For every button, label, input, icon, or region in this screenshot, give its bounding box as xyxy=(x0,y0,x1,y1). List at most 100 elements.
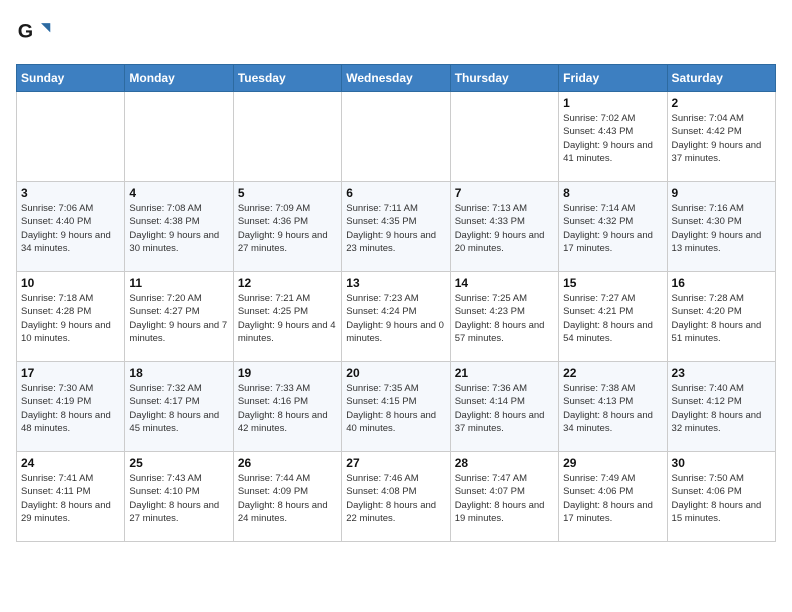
day-number: 27 xyxy=(346,456,445,470)
calendar-cell: 22 Sunrise: 7:38 AM Sunset: 4:13 PM Dayli… xyxy=(559,362,667,452)
day-info: Sunrise: 7:32 AM Sunset: 4:17 PM Dayligh… xyxy=(129,382,228,435)
calendar-cell: 23 Sunrise: 7:40 AM Sunset: 4:12 PM Dayli… xyxy=(667,362,775,452)
calendar-cell: 28 Sunrise: 7:47 AM Sunset: 4:07 PM Dayli… xyxy=(450,452,558,542)
calendar-cell: 10 Sunrise: 7:18 AM Sunset: 4:28 PM Dayli… xyxy=(17,272,125,362)
day-number: 9 xyxy=(672,186,771,200)
day-info: Sunrise: 7:09 AM Sunset: 4:36 PM Dayligh… xyxy=(238,202,337,255)
day-number: 29 xyxy=(563,456,662,470)
calendar-cell: 17 Sunrise: 7:30 AM Sunset: 4:19 PM Dayli… xyxy=(17,362,125,452)
day-info: Sunrise: 7:18 AM Sunset: 4:28 PM Dayligh… xyxy=(21,292,120,345)
day-number: 13 xyxy=(346,276,445,290)
day-number: 21 xyxy=(455,366,554,380)
logo-icon: G xyxy=(16,16,52,52)
calendar-cell: 16 Sunrise: 7:28 AM Sunset: 4:20 PM Dayli… xyxy=(667,272,775,362)
day-info: Sunrise: 7:16 AM Sunset: 4:30 PM Dayligh… xyxy=(672,202,771,255)
calendar-week-row: 17 Sunrise: 7:30 AM Sunset: 4:19 PM Dayli… xyxy=(17,362,776,452)
day-number: 5 xyxy=(238,186,337,200)
day-info: Sunrise: 7:25 AM Sunset: 4:23 PM Dayligh… xyxy=(455,292,554,345)
calendar-cell xyxy=(342,92,450,182)
day-number: 10 xyxy=(21,276,120,290)
day-number: 11 xyxy=(129,276,228,290)
calendar-table: SundayMondayTuesdayWednesdayThursdayFrid… xyxy=(16,64,776,542)
calendar-header-wednesday: Wednesday xyxy=(342,65,450,92)
day-number: 14 xyxy=(455,276,554,290)
calendar-week-row: 10 Sunrise: 7:18 AM Sunset: 4:28 PM Dayli… xyxy=(17,272,776,362)
calendar-cell: 30 Sunrise: 7:50 AM Sunset: 4:06 PM Dayli… xyxy=(667,452,775,542)
calendar-cell: 26 Sunrise: 7:44 AM Sunset: 4:09 PM Dayli… xyxy=(233,452,341,542)
calendar-cell: 14 Sunrise: 7:25 AM Sunset: 4:23 PM Dayli… xyxy=(450,272,558,362)
day-info: Sunrise: 7:46 AM Sunset: 4:08 PM Dayligh… xyxy=(346,472,445,525)
day-number: 19 xyxy=(238,366,337,380)
day-info: Sunrise: 7:21 AM Sunset: 4:25 PM Dayligh… xyxy=(238,292,337,345)
day-info: Sunrise: 7:27 AM Sunset: 4:21 PM Dayligh… xyxy=(563,292,662,345)
calendar-cell xyxy=(450,92,558,182)
day-number: 26 xyxy=(238,456,337,470)
day-number: 18 xyxy=(129,366,228,380)
day-number: 16 xyxy=(672,276,771,290)
day-info: Sunrise: 7:28 AM Sunset: 4:20 PM Dayligh… xyxy=(672,292,771,345)
calendar-cell: 20Sunrise: 7:35 AM Sunset: 4:15 PM Dayli… xyxy=(342,362,450,452)
day-number: 7 xyxy=(455,186,554,200)
calendar-week-row: 1 Sunrise: 7:02 AM Sunset: 4:43 PM Daylig… xyxy=(17,92,776,182)
calendar-week-row: 3 Sunrise: 7:06 AM Sunset: 4:40 PM Daylig… xyxy=(17,182,776,272)
calendar-header-saturday: Saturday xyxy=(667,65,775,92)
day-number: 23 xyxy=(672,366,771,380)
calendar-cell: 7 Sunrise: 7:13 AM Sunset: 4:33 PM Daylig… xyxy=(450,182,558,272)
page-header: G xyxy=(16,16,776,52)
day-number: 12 xyxy=(238,276,337,290)
day-info: Sunrise: 7:06 AM Sunset: 4:40 PM Dayligh… xyxy=(21,202,120,255)
day-number: 28 xyxy=(455,456,554,470)
day-number: 20 xyxy=(346,366,445,380)
day-number: 25 xyxy=(129,456,228,470)
day-number: 15 xyxy=(563,276,662,290)
day-number: 6 xyxy=(346,186,445,200)
calendar-cell: 11Sunrise: 7:20 AM Sunset: 4:27 PM Dayli… xyxy=(125,272,233,362)
calendar-header-monday: Monday xyxy=(125,65,233,92)
day-number: 3 xyxy=(21,186,120,200)
day-info: Sunrise: 7:14 AM Sunset: 4:32 PM Dayligh… xyxy=(563,202,662,255)
calendar-cell: 21Sunrise: 7:36 AM Sunset: 4:14 PM Dayli… xyxy=(450,362,558,452)
day-info: Sunrise: 7:43 AM Sunset: 4:10 PM Dayligh… xyxy=(129,472,228,525)
calendar-cell: 1 Sunrise: 7:02 AM Sunset: 4:43 PM Daylig… xyxy=(559,92,667,182)
calendar-cell: 8Sunrise: 7:14 AM Sunset: 4:32 PM Daylig… xyxy=(559,182,667,272)
day-info: Sunrise: 7:38 AM Sunset: 4:13 PM Dayligh… xyxy=(563,382,662,435)
day-info: Sunrise: 7:41 AM Sunset: 4:11 PM Dayligh… xyxy=(21,472,120,525)
calendar-cell: 3 Sunrise: 7:06 AM Sunset: 4:40 PM Daylig… xyxy=(17,182,125,272)
day-number: 2 xyxy=(672,96,771,110)
calendar-header-thursday: Thursday xyxy=(450,65,558,92)
calendar-header-friday: Friday xyxy=(559,65,667,92)
day-number: 17 xyxy=(21,366,120,380)
calendar-cell: 29Sunrise: 7:49 AM Sunset: 4:06 PM Dayli… xyxy=(559,452,667,542)
calendar-week-row: 24 Sunrise: 7:41 AM Sunset: 4:11 PM Dayli… xyxy=(17,452,776,542)
day-info: Sunrise: 7:50 AM Sunset: 4:06 PM Dayligh… xyxy=(672,472,771,525)
calendar-cell: 4Sunrise: 7:08 AM Sunset: 4:38 PM Daylig… xyxy=(125,182,233,272)
calendar-cell: 24 Sunrise: 7:41 AM Sunset: 4:11 PM Dayli… xyxy=(17,452,125,542)
day-info: Sunrise: 7:33 AM Sunset: 4:16 PM Dayligh… xyxy=(238,382,337,435)
day-info: Sunrise: 7:02 AM Sunset: 4:43 PM Dayligh… xyxy=(563,112,662,165)
calendar-cell: 9 Sunrise: 7:16 AM Sunset: 4:30 PM Daylig… xyxy=(667,182,775,272)
day-info: Sunrise: 7:13 AM Sunset: 4:33 PM Dayligh… xyxy=(455,202,554,255)
calendar-cell: 27 Sunrise: 7:46 AM Sunset: 4:08 PM Dayli… xyxy=(342,452,450,542)
calendar-cell: 12 Sunrise: 7:21 AM Sunset: 4:25 PM Dayli… xyxy=(233,272,341,362)
calendar-header-tuesday: Tuesday xyxy=(233,65,341,92)
day-info: Sunrise: 7:40 AM Sunset: 4:12 PM Dayligh… xyxy=(672,382,771,435)
svg-text:G: G xyxy=(18,21,33,43)
day-info: Sunrise: 7:30 AM Sunset: 4:19 PM Dayligh… xyxy=(21,382,120,435)
calendar-cell: 18 Sunrise: 7:32 AM Sunset: 4:17 PM Dayli… xyxy=(125,362,233,452)
calendar-cell: 15 Sunrise: 7:27 AM Sunset: 4:21 PM Dayli… xyxy=(559,272,667,362)
logo: G xyxy=(16,16,56,52)
calendar-cell: 25 Sunrise: 7:43 AM Sunset: 4:10 PM Dayli… xyxy=(125,452,233,542)
day-info: Sunrise: 7:47 AM Sunset: 4:07 PM Dayligh… xyxy=(455,472,554,525)
day-number: 1 xyxy=(563,96,662,110)
day-info: Sunrise: 7:11 AM Sunset: 4:35 PM Dayligh… xyxy=(346,202,445,255)
calendar-cell: 2Sunrise: 7:04 AM Sunset: 4:42 PM Daylig… xyxy=(667,92,775,182)
calendar-cell xyxy=(17,92,125,182)
day-number: 30 xyxy=(672,456,771,470)
calendar-cell: 5 Sunrise: 7:09 AM Sunset: 4:36 PM Daylig… xyxy=(233,182,341,272)
day-number: 22 xyxy=(563,366,662,380)
day-number: 24 xyxy=(21,456,120,470)
calendar-header-row: SundayMondayTuesdayWednesdayThursdayFrid… xyxy=(17,65,776,92)
day-info: Sunrise: 7:44 AM Sunset: 4:09 PM Dayligh… xyxy=(238,472,337,525)
calendar-header-sunday: Sunday xyxy=(17,65,125,92)
day-info: Sunrise: 7:23 AM Sunset: 4:24 PM Dayligh… xyxy=(346,292,445,345)
